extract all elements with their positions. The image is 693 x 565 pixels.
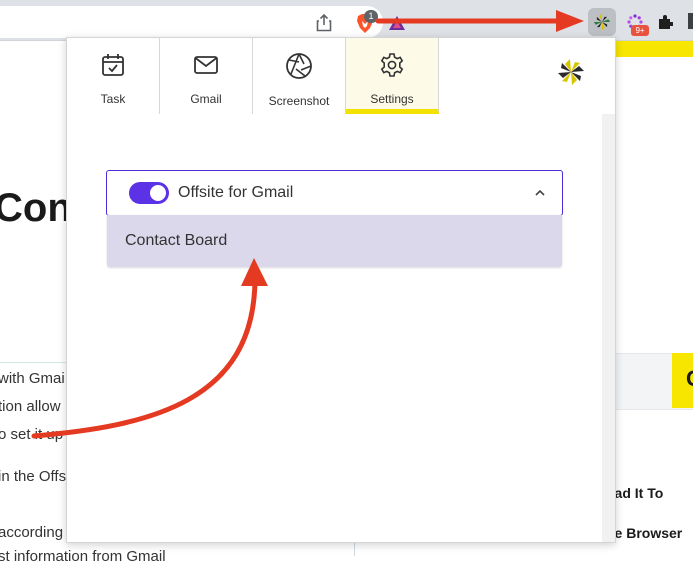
brave-badge: 1 — [364, 10, 378, 23]
gear-icon — [379, 52, 405, 83]
browser-toolbar: 1 9+ — [0, 0, 693, 40]
puzzle-icon[interactable] — [654, 11, 676, 33]
option-label: Contact Board — [125, 232, 228, 249]
page-rule — [0, 362, 70, 363]
page-text-line: according — [0, 524, 64, 541]
tab-label: Screenshot — [268, 94, 330, 108]
camera-aperture-icon — [285, 52, 313, 85]
tab-label: Gmail — [190, 92, 222, 106]
tab-settings[interactable]: Settings — [346, 38, 439, 114]
toolbar-edge-mark — [688, 13, 693, 29]
page-text-line: o set it up — [0, 426, 64, 443]
page-yellow-banner — [614, 41, 693, 57]
select-label: Offsite for Gmail — [178, 184, 294, 201]
tab-screenshot[interactable]: Screenshot — [253, 38, 346, 114]
page-yellow-glyph: C — [686, 366, 693, 392]
offsite-toggle[interactable] — [129, 182, 169, 204]
extension-badge: 9+ — [631, 25, 649, 36]
tab-gmail[interactable]: Gmail — [160, 38, 253, 114]
popup-tabs: Task Gmail Screenshot Settings — [67, 38, 439, 114]
page-text-line: in the Offs — [0, 468, 67, 485]
brave-rewards-icon[interactable] — [386, 12, 408, 34]
toggle-knob — [150, 185, 166, 201]
calendar-check-icon — [100, 52, 126, 83]
account-select[interactable]: Offsite for Gmail — [106, 170, 563, 216]
dropdown-option-contact-board[interactable]: Contact Board — [107, 215, 562, 267]
page-right-text: he Browser — [606, 525, 683, 541]
extension-popup: Task Gmail Screenshot Settings Offsite f… — [66, 37, 616, 543]
mail-icon — [193, 52, 219, 83]
tab-label: Task — [100, 92, 126, 106]
pinwheel-logo-icon — [557, 58, 585, 86]
popup-scrollbar[interactable] — [602, 114, 615, 542]
chevron-up-icon[interactable] — [533, 186, 547, 200]
tab-task[interactable]: Task — [67, 38, 160, 114]
page-text-line: st information from Gmail — [0, 548, 166, 565]
page-text-line: tion allow — [0, 398, 61, 415]
tab-label: Settings — [370, 92, 414, 106]
page-text-line: with Gmai — [0, 370, 65, 387]
share-icon[interactable] — [313, 12, 335, 34]
offsite-extension-icon[interactable] — [591, 11, 613, 33]
